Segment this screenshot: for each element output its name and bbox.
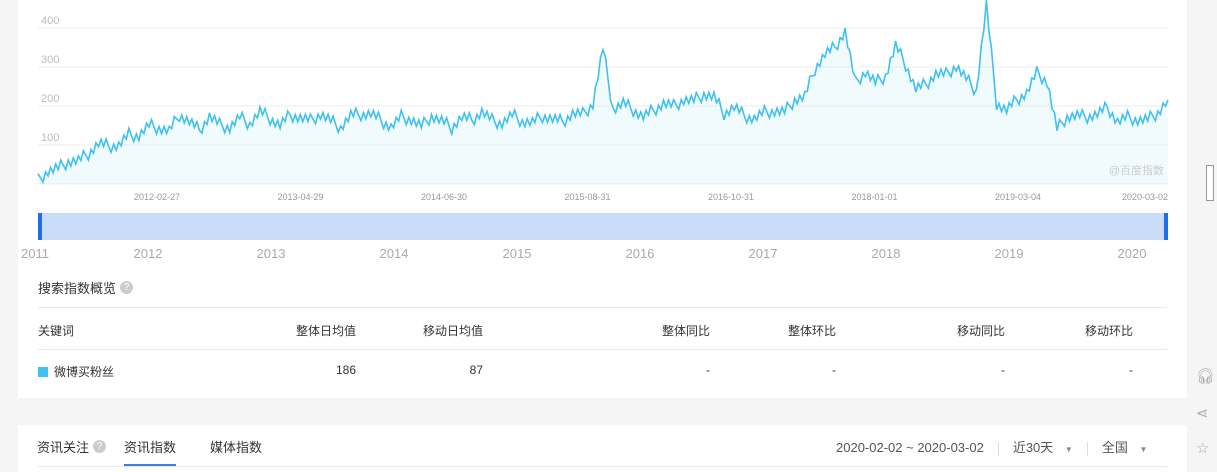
- header-mobile-yoy: 移动同比: [956, 324, 1005, 338]
- help-icon[interactable]: ?: [93, 440, 107, 453]
- share-icon[interactable]: ⋖: [1196, 405, 1214, 423]
- x-tick-label: 2020-03-02: [1122, 192, 1168, 202]
- slider-year-label: 2011: [21, 246, 49, 261]
- header-overall-mom: 整体环比: [787, 324, 836, 338]
- mobile-mom-value: -: [1129, 363, 1133, 377]
- x-tick-label: 2012-02-27: [134, 192, 180, 202]
- header-overall-yoy: 整体同比: [661, 324, 710, 338]
- feedback-tab[interactable]: [1206, 165, 1214, 201]
- overall-mom-value: -: [832, 363, 836, 377]
- help-icon[interactable]: ?: [120, 281, 134, 294]
- header-overall-avg: 整体日均值: [295, 324, 356, 338]
- slider-handle-right[interactable]: [1164, 213, 1168, 240]
- range-slider: [38, 213, 1168, 240]
- y-tick-label: 400: [41, 15, 59, 27]
- slider-year-label: 2020: [1118, 246, 1147, 261]
- x-tick-label: 2013-04-29: [277, 192, 323, 202]
- star-icon[interactable]: ☆: [1196, 440, 1214, 458]
- divider: [38, 307, 1167, 308]
- mobile-avg-value: 87: [469, 363, 483, 377]
- y-tick-label: 300: [41, 54, 59, 66]
- y-tick-label: 100: [41, 132, 59, 144]
- tab-news-index[interactable]: 资讯指数: [124, 437, 177, 466]
- right-toolbar: 🎧︎ ⋖ ☆: [1188, 0, 1217, 472]
- slider-year-label: 2014: [380, 246, 409, 261]
- overview-title: 搜索指数概览?: [38, 278, 134, 297]
- series-color-swatch: [38, 366, 48, 377]
- region-select[interactable]: 全国: [1102, 440, 1128, 455]
- divider: [1086, 441, 1088, 456]
- slider-year-label: 2018: [872, 246, 901, 261]
- news-attention-label: 资讯关注?: [37, 437, 107, 456]
- slider-year-label: 2017: [749, 246, 778, 261]
- caret-down-icon[interactable]: ▼: [1139, 445, 1147, 454]
- divider: [997, 441, 999, 456]
- overall-avg-value: 186: [335, 363, 356, 377]
- header-mobile-avg: 移动日均值: [422, 324, 483, 338]
- slider-year-label: 2015: [503, 246, 532, 261]
- keyword-name: 微博买粉丝: [54, 365, 115, 379]
- news-section: 资讯关注? 资讯指数 媒体指数 2020-02-02 ~ 2020-03-02 近…: [18, 425, 1187, 472]
- caret-down-icon[interactable]: ▼: [1065, 445, 1073, 454]
- trend-chart: 100 200 300 400 @百度指数 2012-02-27 2013-04-29 201…: [21, 0, 1169, 261]
- search-index-chart-card: 100 200 300 400 @百度指数 2012-02-27 2013-04-29 201…: [18, 0, 1187, 398]
- x-tick-label: 2015-08-31: [564, 192, 610, 202]
- slider-year-label: 2016: [626, 246, 655, 261]
- mobile-yoy-value: -: [1001, 363, 1005, 377]
- x-tick-label: 2014-06-30: [421, 192, 467, 202]
- headset-icon[interactable]: 🎧︎: [1196, 368, 1215, 386]
- x-tick-label: 2016-10-31: [708, 192, 754, 202]
- tab-media-index[interactable]: 媒体指数: [210, 437, 262, 456]
- slider-year-label: 2012: [134, 246, 163, 261]
- slider-handle-left[interactable]: [38, 213, 42, 240]
- divider: [38, 349, 1167, 350]
- y-tick-label: 200: [41, 93, 59, 105]
- date-range[interactable]: 2020-02-02 ~ 2020-03-02: [836, 440, 984, 455]
- filter-bar: 2020-02-02 ~ 2020-03-02 近30天 ▼ 全国 ▼: [836, 437, 1147, 456]
- slider-year-label: 2019: [995, 246, 1024, 261]
- period-select[interactable]: 近30天: [1013, 440, 1053, 455]
- x-tick-label: 2018-01-01: [851, 192, 897, 202]
- watermark: @百度指数: [1109, 163, 1164, 177]
- header-mobile-mom: 移动环比: [1084, 324, 1133, 338]
- overall-yoy-value: -: [706, 363, 710, 377]
- x-tick-label: 2019-03-04: [995, 192, 1041, 202]
- slider-year-label: 2013: [257, 246, 286, 261]
- divider: [38, 466, 1167, 467]
- header-keyword: 关键词: [38, 324, 75, 338]
